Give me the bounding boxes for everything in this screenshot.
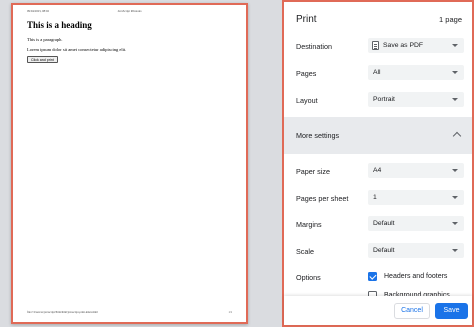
scale-select[interactable]: Default	[368, 243, 464, 258]
preview-print-button: Click and print	[27, 56, 58, 63]
options-label: Options	[296, 273, 321, 282]
preview-heading: This is a heading	[27, 20, 92, 30]
cancel-button[interactable]: Cancel	[394, 303, 430, 319]
dropdown-arrow-icon	[452, 169, 458, 172]
layout-value: Portrait	[373, 96, 395, 103]
pdf-file-icon	[372, 41, 379, 50]
dropdown-arrow-icon	[452, 98, 458, 101]
dropdown-arrow-icon	[452, 222, 458, 225]
headers-footers-checkbox[interactable]	[368, 272, 377, 281]
margins-value: Default	[373, 220, 395, 227]
more-settings-toggle[interactable]: More settings	[284, 117, 472, 154]
save-button[interactable]: Save	[435, 303, 468, 319]
chevron-up-icon	[452, 131, 462, 141]
preview-header-title: JavaScript Printouts	[117, 9, 142, 13]
dropdown-arrow-icon	[452, 71, 458, 74]
margins-select[interactable]: Default	[368, 216, 464, 231]
dropdown-arrow-icon	[452, 249, 458, 252]
preview-paragraph: This is a paragraph.	[27, 37, 63, 42]
pages-value: All	[373, 69, 381, 76]
preview-footer-page-number: 1/1	[228, 311, 232, 314]
pages-per-sheet-value: 1	[373, 194, 377, 201]
destination-label: Destination	[296, 42, 332, 51]
dialog-button-bar: Cancel Save	[284, 296, 472, 325]
scale-value: Default	[373, 247, 395, 254]
dropdown-arrow-icon	[452, 196, 458, 199]
print-preview-pane: 09/04/2023, 08:02 JavaScript Printouts T…	[0, 0, 257, 327]
layout-select[interactable]: Portrait	[368, 92, 464, 107]
page-count: 1 page	[439, 15, 462, 24]
preview-paragraph-lorem: Lorem ipsum dolor sit amet consectetur a…	[27, 47, 127, 52]
pages-label: Pages	[296, 69, 317, 78]
pages-per-sheet-select[interactable]: 1	[368, 190, 464, 205]
preview-page-footer: file:///Users/ss/javascript/Print/html/j…	[27, 311, 232, 316]
destination-select[interactable]: Save as PDF	[368, 38, 464, 53]
scale-label: Scale	[296, 247, 314, 256]
headers-footers-label: Headers and footers	[384, 273, 448, 280]
dropdown-arrow-icon	[452, 44, 458, 47]
preview-page-header: 09/04/2023, 08:02 JavaScript Printouts	[27, 9, 232, 15]
more-settings-label: More settings	[296, 131, 340, 140]
dialog-title: Print	[296, 14, 317, 25]
margins-label: Margins	[296, 220, 322, 229]
pages-select[interactable]: All	[368, 65, 464, 80]
destination-value: Save as PDF	[383, 42, 424, 49]
layout-label: Layout	[296, 96, 318, 105]
paper-size-label: Paper size	[296, 167, 330, 176]
paper-size-select[interactable]: A4	[368, 163, 464, 178]
paper-size-value: A4	[373, 167, 382, 174]
preview-page: 09/04/2023, 08:02 JavaScript Printouts T…	[11, 3, 248, 324]
print-settings-panel: Print 1 page Destination Save as PDF Pag…	[282, 0, 474, 327]
preview-footer-url: file:///Users/ss/javascript/Print/html/j…	[27, 311, 98, 314]
pages-per-sheet-label: Pages per sheet	[296, 194, 349, 203]
